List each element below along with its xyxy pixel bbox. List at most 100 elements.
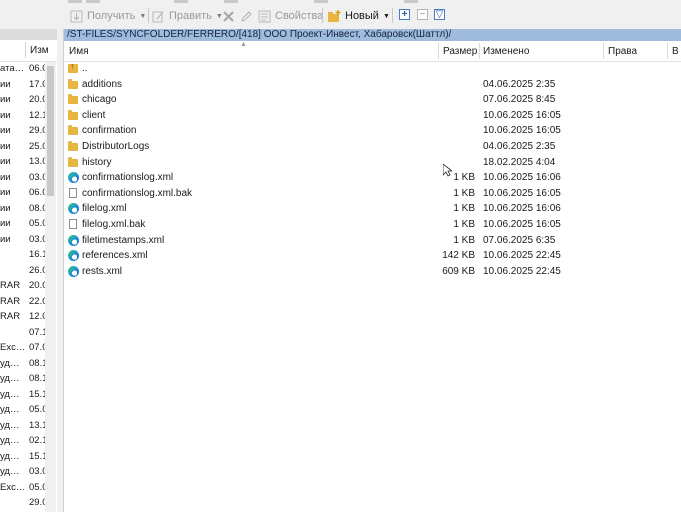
select-add-button[interactable]: + xyxy=(399,9,410,20)
file-size: 142 KB xyxy=(442,250,475,262)
file-row[interactable]: confirmationslog.xml.bak 1 KB 10.06.2025 1… xyxy=(64,187,681,203)
edge-icon xyxy=(68,234,79,246)
edge-icon xyxy=(68,172,79,184)
file-row[interactable]: filelog.xml.bak 1 KB 10.06.2025 16:05 xyxy=(64,218,681,234)
properties-button[interactable]: Свойства xyxy=(258,8,323,24)
file-row[interactable]: history 18.02.2025 4:04 xyxy=(64,156,681,172)
file-name: chicago xyxy=(82,94,117,106)
col-owner-header[interactable]: В xyxy=(672,46,679,57)
left-item-type: Exc… xyxy=(0,342,26,353)
file-modified: 10.06.2025 16:05 xyxy=(483,218,561,230)
file-row[interactable]: filelog.xml 1 KB 10.06.2025 16:06 xyxy=(64,202,681,218)
file-size: 609 KB xyxy=(442,265,475,277)
left-item-type: ии xyxy=(0,78,11,90)
left-item-type: RAR xyxy=(0,295,21,307)
edge-icon xyxy=(68,250,79,262)
toolbar-separator xyxy=(392,8,393,23)
file-row[interactable]: filetimestamps.xml 1 KB 07.06.2025 6:35 xyxy=(64,234,681,250)
left-item-type: ии xyxy=(0,140,11,152)
file-size: 1 KB xyxy=(453,203,475,215)
toolbar: Получить ▼ Править ▼ Свойства Новый ▼ + xyxy=(0,0,681,30)
properties-icon xyxy=(258,10,271,23)
left-item-type: ии xyxy=(0,125,11,136)
filter-button[interactable]: ▽ xyxy=(434,9,445,20)
file-name: rests.xml xyxy=(82,265,122,277)
sort-arrow-icon: ▲ xyxy=(240,41,247,48)
file-row[interactable]: client 10.06.2025 16:05 xyxy=(64,109,681,125)
left-item-type: уд… xyxy=(0,373,20,384)
edge-icon xyxy=(68,265,79,277)
new-folder-icon xyxy=(328,9,341,23)
col-rights-header[interactable]: Права xyxy=(608,46,637,57)
column-divider[interactable] xyxy=(438,43,439,59)
column-header: ▲ Имя Размер Изменено Права В xyxy=(64,41,681,62)
left-item-type: уд… xyxy=(0,466,20,477)
folder-icon xyxy=(68,125,79,136)
file-row[interactable]: additions 04.06.2025 2:35 xyxy=(64,78,681,94)
left-item-type: уд… xyxy=(0,419,20,431)
delete-button[interactable] xyxy=(222,8,239,24)
edit-icon xyxy=(152,10,165,23)
folder-icon xyxy=(68,94,79,105)
column-divider[interactable] xyxy=(603,43,604,59)
file-size: 1 KB xyxy=(453,172,475,184)
left-item-type: RAR xyxy=(0,311,21,322)
file-row[interactable]: .. xyxy=(64,61,681,78)
file-name: client xyxy=(82,109,106,121)
left-item-type: ии xyxy=(0,109,11,121)
document-icon xyxy=(68,218,79,230)
file-modified: 07.06.2025 8:45 xyxy=(483,94,556,106)
new-button-label: Новый xyxy=(345,10,379,22)
file-modified: 10.06.2025 22:45 xyxy=(483,250,561,262)
folder-icon xyxy=(68,109,79,121)
file-row[interactable]: rests.xml 609 KB 10.06.2025 22:45 xyxy=(64,265,681,281)
file-list: .. additions 04.06.2025 2:35 chicago 07.06.2… xyxy=(64,61,681,281)
file-modified: 10.06.2025 16:05 xyxy=(483,187,561,199)
file-row[interactable]: references.xml 142 KB 10.06.2025 22:45 xyxy=(64,249,681,265)
file-modified: 10.06.2025 16:06 xyxy=(483,172,561,184)
file-size: 1 KB xyxy=(453,234,475,246)
file-row[interactable]: confirmation 10.06.2025 16:05 xyxy=(64,124,681,140)
file-modified: 04.06.2025 2:35 xyxy=(483,140,556,152)
col-modified-header[interactable]: Изменено xyxy=(483,46,529,57)
left-col-modified-header[interactable]: Изм xyxy=(30,45,49,56)
file-row[interactable]: chicago 07.06.2025 8:45 xyxy=(64,93,681,109)
parent-folder-icon xyxy=(68,61,79,74)
select-remove-button[interactable]: − xyxy=(417,9,428,20)
left-item-type: уд… xyxy=(0,435,20,446)
col-size-header[interactable]: Размер xyxy=(443,46,477,57)
left-item-type: уд… xyxy=(0,357,20,369)
new-button[interactable]: Новый ▼ xyxy=(328,8,390,24)
file-name: .. xyxy=(82,63,88,74)
file-modified: 10.06.2025 16:05 xyxy=(483,109,561,121)
left-item-type: уд… xyxy=(0,450,20,462)
rename-button[interactable] xyxy=(240,8,257,24)
panel-splitter[interactable] xyxy=(57,29,64,512)
edge-icon xyxy=(68,203,79,215)
col-name-header[interactable]: Имя xyxy=(69,46,88,57)
folder-icon xyxy=(68,156,79,168)
file-name: additions xyxy=(82,78,123,90)
file-modified: 10.06.2025 16:06 xyxy=(483,203,561,215)
file-name: filelog.xml xyxy=(82,203,127,215)
close-icon xyxy=(222,10,235,23)
file-row[interactable]: confirmationslog.xml 1 KB 10.06.2025 16:06 xyxy=(64,171,681,187)
path-bar[interactable]: /ST-FILES/SYNCFOLDER/FERRERO/[418] ООО П… xyxy=(64,29,681,41)
properties-button-label: Свойства xyxy=(275,10,324,22)
file-size: 1 KB xyxy=(453,187,475,199)
left-item-type: ии xyxy=(0,94,11,105)
file-name: confirmation xyxy=(82,125,137,137)
file-modified: 10.06.2025 16:05 xyxy=(483,125,561,137)
file-row[interactable]: DistributorLogs 04.06.2025 2:35 xyxy=(64,140,681,156)
left-scrollbar-thumb[interactable] xyxy=(47,66,54,196)
left-item-type: ии xyxy=(0,202,11,214)
column-divider[interactable] xyxy=(667,43,668,59)
get-button[interactable]: Получить ▼ xyxy=(70,8,146,24)
column-divider[interactable] xyxy=(479,43,480,59)
toolbar-top-strip xyxy=(64,0,464,4)
left-item-type: уд… xyxy=(0,388,20,400)
edit-button[interactable]: Править ▼ xyxy=(152,8,223,24)
left-item-type: ата… xyxy=(0,63,25,74)
column-divider[interactable] xyxy=(25,42,26,58)
left-scrollbar[interactable] xyxy=(45,62,56,512)
